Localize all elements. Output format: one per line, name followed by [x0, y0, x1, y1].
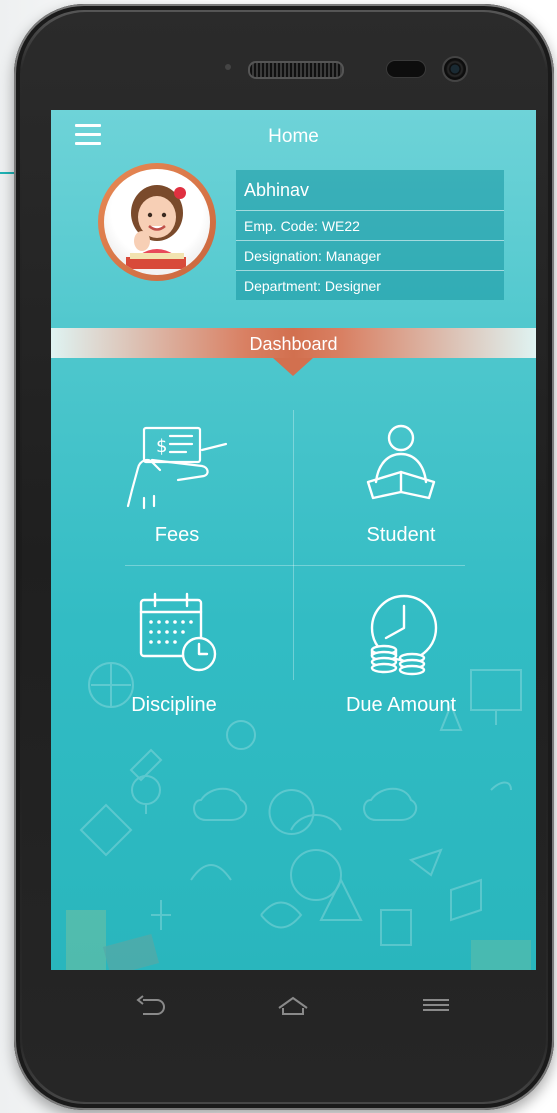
tile-fees-label: Fees: [154, 524, 200, 546]
tile-fees[interactable]: $ Fees: [77, 420, 277, 547]
tile-due-amount[interactable]: Due Amount: [301, 590, 501, 717]
student-reading-icon: [366, 424, 436, 500]
child-portrait-icon: [126, 185, 186, 269]
menu-lines-icon[interactable]: [417, 988, 457, 1022]
front-camera-icon: [442, 56, 468, 82]
dashboard-pointer: [273, 358, 313, 376]
avatar[interactable]: [98, 163, 216, 281]
cash-hand-icon: $: [126, 426, 228, 510]
clock-coins-icon: [370, 594, 438, 676]
app-screen: Home Abhinav Emp. Code: WE22 Designation…: [51, 110, 536, 970]
home-icon[interactable]: [273, 988, 313, 1022]
svg-text:$: $: [156, 436, 167, 457]
back-arrow-icon[interactable]: [131, 988, 171, 1022]
tile-student-label: Student: [366, 524, 436, 546]
proximity-sensor: [225, 64, 231, 70]
page-title: Home: [268, 126, 319, 147]
profile-designation: Designation: Manager: [236, 241, 504, 271]
tile-discipline-label: Discipline: [131, 694, 217, 716]
profile-name: Abhinav: [236, 170, 504, 211]
tile-discipline[interactable]: Discipline: [74, 590, 274, 717]
tile-due-amount-label: Due Amount: [345, 694, 457, 716]
grid-divider-horizontal: [125, 565, 465, 566]
system-nav-bar: [51, 970, 536, 1040]
profile-info-panel: Abhinav Emp. Code: WE22 Designation: Man…: [236, 170, 504, 300]
grid-divider-vertical: [293, 410, 294, 680]
calendar-clock-icon: [139, 592, 217, 672]
dashboard-title: Dashboard: [249, 334, 338, 354]
tile-student[interactable]: Student: [301, 420, 501, 547]
profile-emp-code: Emp. Code: WE22: [236, 211, 504, 241]
light-sensor: [386, 60, 426, 78]
avatar-photo: [104, 169, 210, 275]
speaker-grille: [248, 61, 344, 79]
profile-department: Department: Designer: [244, 278, 381, 294]
